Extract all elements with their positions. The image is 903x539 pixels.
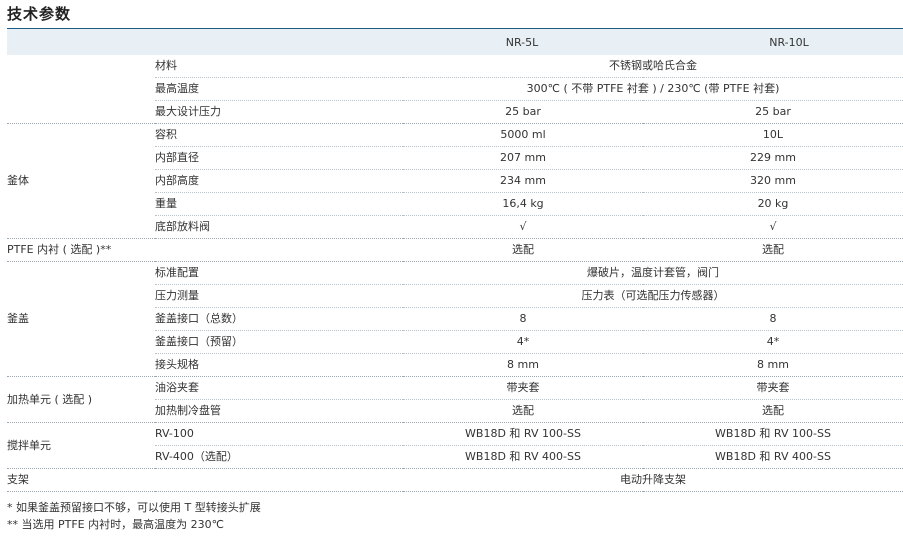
value-nr-10l: 8 mm: [643, 353, 903, 377]
shared-value: 电动升降支架: [403, 468, 903, 492]
value-nr-10l: 320 mm: [643, 169, 903, 193]
value-nr-5l: 4*: [403, 330, 643, 354]
shared-value: 300℃ ( 不带 PTFE 衬套 ) / 230℃ (带 PTFE 衬套): [403, 77, 903, 101]
table-row: 釜体 容积 5000 ml 10L: [7, 123, 903, 239]
value-nr-5l: 5000 ml: [403, 123, 643, 147]
row-label: RV-100: [155, 422, 403, 446]
value-nr-5l: 选配: [403, 238, 643, 262]
row-label: 内部高度: [155, 169, 403, 193]
value-nr-10l: 带夹套: [643, 376, 903, 400]
row-label: 接头规格: [155, 353, 403, 377]
row-label: RV-400（选配）: [155, 445, 403, 469]
group-label: 釜盖: [7, 261, 155, 377]
row-label: 釜盖接口（预留）: [155, 330, 403, 354]
value-nr-5l: WB18D 和 RV 400-SS: [403, 445, 643, 469]
value-nr-5l: 8: [403, 307, 643, 331]
row-label: 标准配置: [155, 261, 403, 285]
row-label: 最大设计压力: [155, 100, 403, 124]
value-nr-10l: 229 mm: [643, 146, 903, 170]
footnotes: * 如果釜盖预留接口不够，可以使用 T 型转接头扩展 ** 当选用 PTFE 内…: [7, 499, 261, 533]
table-row: 釜盖 标准配置 爆破片，温度计套管，阀门: [7, 261, 903, 377]
value-nr-5l: 234 mm: [403, 169, 643, 193]
row-label: 油浴夹套: [155, 376, 403, 400]
table-row: 加热单元 ( 选配 ) 油浴夹套 带夹套 带夹套: [7, 376, 903, 423]
table-header: NR-5L NR-10L: [7, 28, 903, 55]
group-label: [7, 55, 155, 124]
group-label: 支架: [7, 468, 155, 492]
page-title: 技术参数: [7, 5, 72, 23]
group-label: 搅拌单元: [7, 422, 155, 469]
table-row: 搅拌单元 RV-100 WB18D 和 RV 100-SS WB18D 和 RV 10…: [7, 422, 903, 469]
group-label: PTFE 内衬 ( 选配 )**: [7, 238, 155, 262]
value-nr-10l: 20 kg: [643, 192, 903, 216]
value-nr-5l: 带夹套: [403, 376, 643, 400]
value-nr-5l: √: [403, 215, 643, 239]
row-label: [155, 238, 403, 262]
group-label: 加热单元 ( 选配 ): [7, 376, 155, 423]
row-label: [155, 468, 403, 492]
group-label: 釜体: [7, 123, 155, 239]
value-nr-10l: 10L: [643, 123, 903, 147]
value-nr-5l: 选配: [403, 399, 643, 423]
value-nr-5l: 16,4 kg: [403, 192, 643, 216]
spec-table: 材料 不锈钢或哈氏合金 最高温度 300℃ ( 不带 PTFE 衬套 ) / 230℃…: [7, 55, 903, 492]
row-label: 重量: [155, 192, 403, 216]
row-label: 内部直径: [155, 146, 403, 170]
row-label: 压力测量: [155, 284, 403, 308]
value-nr-5l: 25 bar: [403, 100, 643, 124]
shared-value: 爆破片，温度计套管，阀门: [403, 261, 903, 285]
row-label: 加热制冷盘管: [155, 399, 403, 423]
value-nr-10l: 25 bar: [643, 100, 903, 124]
footnote: ** 当选用 PTFE 内衬时，最高温度为 230℃: [7, 518, 224, 531]
table-row: 支架 电动升降支架: [7, 468, 903, 492]
value-nr-10l: 选配: [643, 238, 903, 262]
row-label: 容积: [155, 123, 403, 147]
shared-value: 不锈钢或哈氏合金: [403, 55, 903, 78]
row-label: 最高温度: [155, 77, 403, 101]
value-nr-10l: 8: [643, 307, 903, 331]
value-nr-10l: WB18D 和 RV 100-SS: [643, 422, 903, 446]
value-nr-10l: 4*: [643, 330, 903, 354]
value-nr-10l: WB18D 和 RV 400-SS: [643, 445, 903, 469]
column-header-nr-10l: NR-10L: [769, 36, 809, 49]
footnote: * 如果釜盖预留接口不够，可以使用 T 型转接头扩展: [7, 501, 261, 514]
shared-value: 压力表（可选配压力传感器）: [403, 284, 903, 308]
value-nr-5l: 207 mm: [403, 146, 643, 170]
table-row: 材料 不锈钢或哈氏合金: [7, 55, 903, 124]
row-label: 底部放料阀: [155, 215, 403, 239]
value-nr-10l: 选配: [643, 399, 903, 423]
value-nr-5l: WB18D 和 RV 100-SS: [403, 422, 643, 446]
row-label: 釜盖接口（总数）: [155, 307, 403, 331]
value-nr-5l: 8 mm: [403, 353, 643, 377]
column-header-nr-5l: NR-5L: [505, 36, 539, 49]
value-nr-10l: √: [643, 215, 903, 239]
row-label: 材料: [155, 55, 403, 78]
table-row: PTFE 内衬 ( 选配 )** 选配 选配: [7, 238, 903, 262]
